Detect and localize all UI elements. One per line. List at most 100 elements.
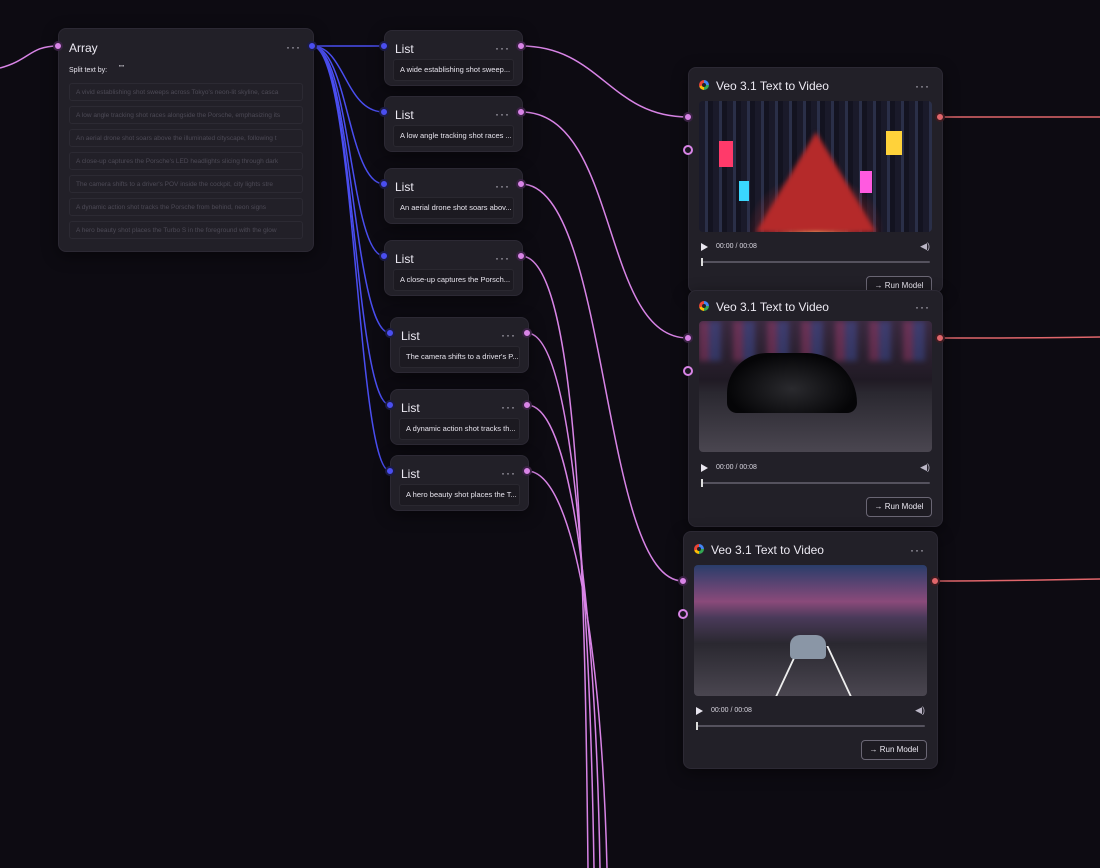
list-2-input-port[interactable] xyxy=(379,107,389,117)
video-1-input-port[interactable] xyxy=(683,112,693,122)
video-3-output-port[interactable] xyxy=(930,576,940,586)
progress-handle[interactable] xyxy=(701,479,703,487)
list-node-6[interactable]: List ··· A dynamic action shot tracks th… xyxy=(390,389,529,445)
list-node-7[interactable]: List ··· A hero beauty shot places the T… xyxy=(390,455,529,511)
volume-icon[interactable]: ◀) xyxy=(920,462,930,473)
list-node-more-icon[interactable]: ··· xyxy=(501,467,516,479)
google-icon xyxy=(694,544,704,554)
wire-list-7-down xyxy=(526,470,608,868)
video-node-title: Veo 3.1 Text to Video xyxy=(716,79,829,93)
list-node-title: List xyxy=(401,329,420,343)
array-item-4[interactable]: A close-up captures the Porsche's LED he… xyxy=(69,152,303,170)
list-item-text[interactable]: A wide establishing shot sweep... xyxy=(393,59,514,81)
video-time: 00:00 / 00:08 xyxy=(716,243,757,250)
list-node-more-icon[interactable]: ··· xyxy=(501,401,516,413)
video-2-secondary-port[interactable] xyxy=(683,366,693,376)
list-item-text[interactable]: A close-up captures the Porsch... xyxy=(393,269,514,291)
list-node-more-icon[interactable]: ··· xyxy=(495,108,510,120)
wire-input-array xyxy=(0,45,59,69)
array-item-5[interactable]: The camera shifts to a driver's POV insi… xyxy=(69,175,303,193)
wire-list-5-down xyxy=(526,332,595,868)
array-node-title: Array xyxy=(69,41,98,55)
list-node-1[interactable]: List ··· A wide establishing shot sweep.… xyxy=(384,30,523,86)
video-progress[interactable] xyxy=(701,258,930,266)
list-item-text[interactable]: A dynamic action shot tracks th... xyxy=(399,418,520,440)
array-item-2[interactable]: A low angle tracking shot races alongsid… xyxy=(69,106,303,124)
wire-list-3-video-3 xyxy=(520,183,684,582)
progress-handle[interactable] xyxy=(701,258,703,266)
volume-icon[interactable]: ◀) xyxy=(915,705,925,716)
video-time: 00:00 / 00:08 xyxy=(716,464,757,471)
list-item-text[interactable]: A hero beauty shot places the T... xyxy=(399,484,520,506)
video-preview[interactable] xyxy=(699,321,932,452)
list-7-output-port[interactable] xyxy=(522,466,532,476)
volume-icon[interactable]: ◀) xyxy=(920,241,930,252)
list-7-input-port[interactable] xyxy=(385,466,395,476)
video-2-output-port[interactable] xyxy=(935,333,945,343)
video-node-3[interactable]: Veo 3.1 Text to Video ··· 00:00 / 00:08 … xyxy=(683,531,938,769)
list-2-output-port[interactable] xyxy=(516,107,526,117)
array-item-3[interactable]: An aerial drone shot soars above the ill… xyxy=(69,129,303,147)
video-progress[interactable] xyxy=(696,722,925,730)
list-node-more-icon[interactable]: ··· xyxy=(495,180,510,192)
array-node[interactable]: Array ··· Split text by: "" A vivid esta… xyxy=(58,28,314,252)
video-time: 00:00 / 00:08 xyxy=(711,707,752,714)
video-node-more-icon[interactable]: ··· xyxy=(915,301,930,313)
video-node-more-icon[interactable]: ··· xyxy=(910,544,925,556)
list-4-input-port[interactable] xyxy=(379,251,389,261)
list-node-more-icon[interactable]: ··· xyxy=(495,42,510,54)
list-node-2[interactable]: List ··· A low angle tracking shot races… xyxy=(384,96,523,152)
wire-list-2-video-2 xyxy=(520,111,689,339)
array-input-port[interactable] xyxy=(53,41,63,51)
list-node-3[interactable]: List ··· An aerial drone shot soars abov… xyxy=(384,168,523,224)
list-node-5[interactable]: List ··· The camera shifts to a driver's… xyxy=(390,317,529,373)
video-node-1[interactable]: Veo 3.1 Text to Video ··· 00:00 / 00:08 … xyxy=(688,67,943,293)
list-5-input-port[interactable] xyxy=(385,328,395,338)
list-item-text[interactable]: The camera shifts to a driver's P... xyxy=(399,346,520,368)
list-3-input-port[interactable] xyxy=(379,179,389,189)
list-item-text[interactable]: An aerial drone shot soars abov... xyxy=(393,197,514,219)
wire-list-1-video-1 xyxy=(520,45,689,118)
list-node-title: List xyxy=(401,401,420,415)
wire-video-2-output xyxy=(939,336,1100,339)
list-1-output-port[interactable] xyxy=(516,41,526,51)
video-node-2[interactable]: Veo 3.1 Text to Video ··· 00:00 / 00:08 … xyxy=(688,290,943,527)
video-3-secondary-port[interactable] xyxy=(678,609,688,619)
wire-array-list-4 xyxy=(311,45,385,257)
list-node-more-icon[interactable]: ··· xyxy=(495,252,510,264)
list-4-output-port[interactable] xyxy=(516,251,526,261)
video-1-output-port[interactable] xyxy=(935,112,945,122)
list-6-input-port[interactable] xyxy=(385,400,395,410)
split-text-value[interactable]: "" xyxy=(119,65,124,72)
video-preview[interactable] xyxy=(699,101,932,232)
array-node-more-icon[interactable]: ··· xyxy=(286,41,301,53)
run-model-button[interactable]: → Run Model xyxy=(861,740,927,760)
list-node-title: List xyxy=(395,252,414,266)
list-6-output-port[interactable] xyxy=(522,400,532,410)
video-1-secondary-port[interactable] xyxy=(683,145,693,155)
video-progress[interactable] xyxy=(701,479,930,487)
list-1-input-port[interactable] xyxy=(379,41,389,51)
video-3-input-port[interactable] xyxy=(678,576,688,586)
list-item-text[interactable]: A low angle tracking shot races ... xyxy=(393,125,514,147)
list-node-more-icon[interactable]: ··· xyxy=(501,329,516,341)
list-3-output-port[interactable] xyxy=(516,179,526,189)
play-icon[interactable] xyxy=(696,707,703,715)
video-2-input-port[interactable] xyxy=(683,333,693,343)
video-node-more-icon[interactable]: ··· xyxy=(915,80,930,92)
list-5-output-port[interactable] xyxy=(522,328,532,338)
play-icon[interactable] xyxy=(701,464,708,472)
wire-list-4-down xyxy=(520,255,589,868)
run-model-button[interactable]: → Run Model xyxy=(866,497,932,517)
video-preview[interactable] xyxy=(694,565,927,696)
list-node-title: List xyxy=(401,467,420,481)
array-item-6[interactable]: A dynamic action shot tracks the Porsche… xyxy=(69,198,303,216)
google-icon xyxy=(699,80,709,90)
list-node-4[interactable]: List ··· A close-up captures the Porsch.… xyxy=(384,240,523,296)
google-icon xyxy=(699,301,709,311)
progress-handle[interactable] xyxy=(696,722,698,730)
array-item-7[interactable]: A hero beauty shot places the Turbo S in… xyxy=(69,221,303,239)
play-icon[interactable] xyxy=(701,243,708,251)
array-item-1[interactable]: A vivid establishing shot sweeps across … xyxy=(69,83,303,101)
array-output-port[interactable] xyxy=(307,41,317,51)
